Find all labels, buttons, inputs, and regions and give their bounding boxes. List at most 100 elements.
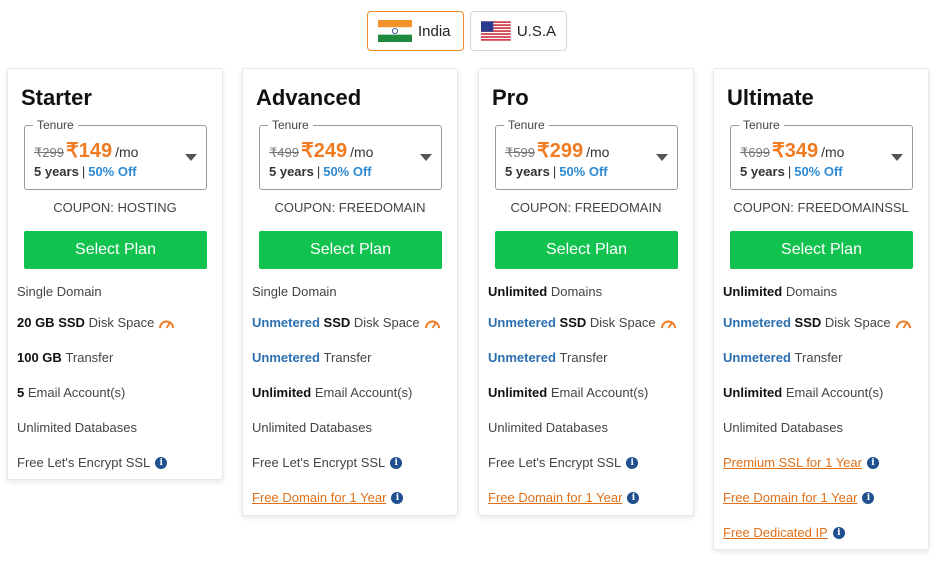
feature-text: Transfer	[323, 350, 372, 365]
price-row: ₹499 ₹249 /mo	[269, 138, 373, 163]
plan-title: Ultimate	[727, 85, 814, 110]
tenure-label: Tenure	[33, 119, 78, 132]
chevron-down-icon	[656, 154, 668, 161]
feature-value-ssd: SSD	[58, 315, 85, 330]
plan-title: Pro	[492, 85, 529, 110]
feature-text: Disk Space	[88, 315, 155, 330]
feature-value: 20 GB	[17, 315, 55, 330]
dedicated-ip-link[interactable]: Free Dedicated IP	[723, 525, 828, 540]
feature-text: Unlimited Databases	[723, 420, 843, 435]
feature-text: Domains	[550, 284, 603, 299]
feature-text: Transfer	[559, 350, 608, 365]
speed-gauge-icon	[660, 320, 676, 328]
select-plan-button[interactable]: Select Plan	[259, 231, 442, 269]
feature-value: Unlimited	[723, 385, 783, 400]
feature-transfer: Unmetered Transfer	[488, 350, 607, 365]
india-flag-icon	[378, 20, 412, 42]
select-plan-button[interactable]: Select Plan	[24, 231, 207, 269]
chevron-down-icon	[891, 154, 903, 161]
tenure-select[interactable]: Tenure ₹299 ₹149 /mo 5 years | 50% Off	[24, 119, 207, 190]
feature-value: Unlimited	[252, 385, 312, 400]
term-row: 5 years | 50% Off	[269, 164, 372, 179]
country-button-usa[interactable]: U.S.A	[470, 11, 567, 51]
old-price: ₹599	[505, 145, 535, 160]
tenure-select[interactable]: Tenure ₹499 ₹249 /mo 5 years | 50% Off	[259, 119, 442, 190]
free-domain-link[interactable]: Free Domain for 1 Year	[252, 490, 386, 505]
feature-text: Unlimited Databases	[17, 420, 137, 435]
feature-text: Domains	[785, 284, 838, 299]
feature-value: 100 GB	[17, 350, 62, 365]
country-label-india: India	[418, 22, 451, 40]
feature-text: Disk Space	[353, 315, 420, 330]
speed-gauge-icon	[159, 320, 175, 328]
feature-databases: Unlimited Databases	[17, 420, 137, 435]
feature-transfer: Unmetered Transfer	[252, 350, 371, 365]
term-length: 5 years	[269, 164, 314, 179]
tenure-label: Tenure	[504, 119, 549, 132]
feature-value: Unmetered	[723, 350, 791, 365]
info-icon[interactable]: i	[627, 491, 640, 504]
free-domain-link[interactable]: Free Domain for 1 Year	[488, 490, 622, 505]
coupon-code: COUPON: HOSTING	[53, 200, 177, 215]
info-icon[interactable]: i	[155, 456, 168, 469]
feature-transfer: 100 GB Transfer	[17, 350, 113, 365]
info-icon[interactable]: i	[390, 456, 403, 469]
select-plan-button[interactable]: Select Plan	[730, 231, 913, 269]
feature-domains: Unlimited Domains	[723, 284, 837, 299]
feature-value: Unmetered	[252, 315, 320, 330]
price-row: ₹699 ₹349 /mo	[740, 138, 844, 163]
speed-gauge-icon	[424, 320, 440, 328]
term-row: 5 years | 50% Off	[740, 164, 843, 179]
feature-free-domain: Free Domain for 1 Year i	[252, 490, 404, 505]
tenure-select[interactable]: Tenure ₹599 ₹299 /mo 5 years | 50% Off	[495, 119, 678, 190]
feature-domains: Single Domain	[252, 284, 337, 299]
feature-text: Transfer	[65, 350, 114, 365]
plan-card-ultimate: Ultimate Tenure ₹699 ₹349 /mo 5 years | 50…	[713, 68, 929, 550]
feature-value-ssd: SSD	[794, 315, 822, 330]
discount-badge: 50% Off	[794, 164, 843, 179]
price-row: ₹299 ₹149 /mo	[34, 138, 138, 163]
feature-email: 5 Email Account(s)	[17, 385, 125, 400]
new-price: ₹349	[771, 140, 819, 162]
coupon-code: COUPON: FREEDOMAIN	[274, 200, 426, 215]
term-row: 5 years | 50% Off	[505, 164, 608, 179]
new-price: ₹299	[536, 140, 584, 162]
feature-value: Unmetered	[723, 315, 791, 330]
feature-value-ssd: SSD	[559, 315, 587, 330]
feature-email: Unlimited Email Account(s)	[488, 385, 648, 400]
feature-text: Disk Space	[824, 315, 891, 330]
price-period: /mo	[350, 144, 374, 160]
info-icon[interactable]: i	[832, 526, 845, 539]
price-period: /mo	[115, 144, 139, 160]
country-button-india[interactable]: India	[367, 11, 464, 51]
feature-text: Transfer	[794, 350, 843, 365]
feature-text: Free Let's Encrypt SSL	[488, 455, 622, 470]
feature-value: Unlimited	[488, 385, 548, 400]
premium-ssl-link[interactable]: Premium SSL for 1 Year	[723, 455, 862, 470]
feature-domains: Unlimited Domains	[488, 284, 602, 299]
term-length: 5 years	[34, 164, 79, 179]
feature-disk-space: 20 GB SSD Disk Space	[17, 315, 175, 330]
feature-value: Unlimited	[723, 284, 783, 299]
discount-badge: 50% Off	[88, 164, 137, 179]
info-icon[interactable]: i	[391, 491, 404, 504]
feature-ssl: Free Let's Encrypt SSL i	[17, 455, 168, 470]
info-icon[interactable]: i	[626, 456, 639, 469]
country-toggle: India U.S.A	[367, 11, 567, 51]
tenure-label: Tenure	[268, 119, 313, 132]
price-row: ₹599 ₹299 /mo	[505, 138, 609, 163]
feature-domains: Single Domain	[17, 284, 102, 299]
plan-card-starter: Starter Tenure ₹299 ₹149 /mo 5 years | 50%…	[7, 68, 223, 480]
info-icon[interactable]: i	[862, 491, 875, 504]
info-icon[interactable]: i	[866, 456, 879, 469]
feature-text: Email Account(s)	[27, 385, 126, 400]
feature-text: Unlimited Databases	[488, 420, 608, 435]
feature-disk-space: Unmetered SSD Disk Space	[252, 315, 441, 330]
tenure-select[interactable]: Tenure ₹699 ₹349 /mo 5 years | 50% Off	[730, 119, 913, 190]
select-plan-button[interactable]: Select Plan	[495, 231, 678, 269]
free-domain-link[interactable]: Free Domain for 1 Year	[723, 490, 857, 505]
usa-flag-icon	[481, 21, 511, 41]
feature-text: Email Account(s)	[785, 385, 884, 400]
feature-value-ssd: SSD	[323, 315, 351, 330]
new-price: ₹249	[300, 140, 348, 162]
